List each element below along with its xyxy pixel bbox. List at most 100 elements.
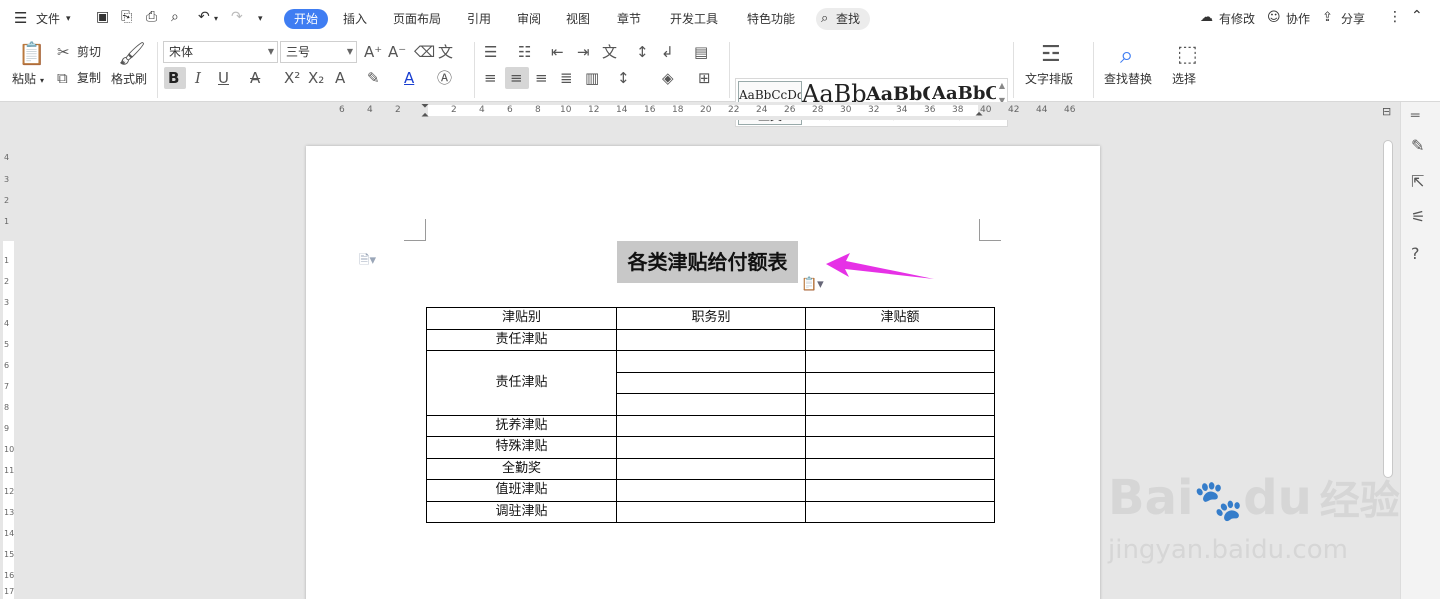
text-effect-icon[interactable]: A [335,69,345,87]
hamburger-icon[interactable]: ☰ [14,10,27,26]
numbered-list-icon[interactable]: ☷ [518,43,531,61]
strikethrough-icon[interactable]: A [250,69,260,87]
align-center-icon[interactable]: ≡ [510,69,523,87]
format-painter-icon[interactable]: 🖌 [118,42,146,68]
chinese-layout-icon[interactable]: 文 [602,43,617,61]
decrease-indent-icon[interactable]: ⇤ [551,43,564,61]
show-marks-icon[interactable]: ↲ [661,43,674,61]
table-cell[interactable] [616,393,806,416]
allowance-table[interactable]: 津贴别 职务别 津贴额 责任津贴 责任津贴 抚养津贴 特殊津贴 全勤奖 值班津贴… [426,307,995,523]
scrollbar-thumb[interactable] [1383,140,1393,478]
format-painter-button[interactable]: 格式刷 [111,72,147,86]
more-options-icon[interactable]: ⋮ [1388,9,1402,25]
tab-view[interactable]: 视图 [566,11,590,27]
table-cell[interactable] [616,371,806,394]
borders-icon[interactable]: ⊞ [698,69,711,87]
text-layout-button[interactable]: 文字排版 [1025,72,1073,86]
tab-insert[interactable]: 插入 [343,11,367,27]
horizontal-ruler[interactable]: 6 4 2 2 4 6 8 10 12 14 16 18 20 22 24 26… [0,102,1440,121]
edit-pen-icon[interactable]: ✎ [1411,136,1424,155]
table-cell[interactable] [805,479,995,502]
table-cell[interactable]: 全勤奖 [426,457,617,480]
save-icon[interactable]: ▣ [96,9,109,25]
align-right-icon[interactable]: ≡ [535,69,548,87]
collab-button[interactable]: 协作 [1286,11,1310,27]
find-replace-icon[interactable]: ⌕ [1120,41,1133,69]
chevron-down-icon[interactable]: ▾ [40,74,44,88]
table-header[interactable]: 津贴额 [805,307,995,330]
tab-review[interactable]: 审阅 [517,11,541,27]
increase-indent-icon[interactable]: ⇥ [577,43,590,61]
table-cell[interactable] [616,350,806,373]
table-header[interactable]: 津贴别 [426,307,617,330]
select-icon[interactable]: ⬚ [1177,42,1198,68]
print-preview-icon[interactable]: ⌕ [171,9,179,25]
tab-home[interactable]: 开始 [284,9,328,29]
table-cell[interactable] [805,350,995,373]
tab-developer[interactable]: 开发工具 [670,11,718,27]
table-cell[interactable] [616,457,806,480]
tab-page-layout[interactable]: 页面布局 [393,11,441,27]
shading-icon[interactable]: ◈ [662,69,674,87]
table-header[interactable]: 职务别 [616,307,806,330]
document-title[interactable]: 各类津贴给付额表 [617,241,798,283]
font-size-select[interactable]: 三号 ▼ [280,41,357,63]
right-indent-marker[interactable]: ⏶ [975,110,983,120]
table-cell[interactable] [805,414,995,437]
copy-icon[interactable]: ⧉ [57,69,68,87]
table-cell[interactable] [616,328,806,351]
increase-font-icon[interactable]: A⁺ [364,43,382,61]
find-replace-button[interactable]: 查找替换 [1104,72,1152,86]
table-cell[interactable] [805,436,995,459]
undo-icon[interactable]: ↶ [198,9,210,25]
decrease-font-icon[interactable]: A⁻ [388,43,406,61]
table-cell[interactable]: 调驻津贴 [426,500,617,523]
phonetic-guide-icon[interactable]: 文 [438,43,453,61]
distribute-icon[interactable]: ▥ [585,69,599,87]
bold-icon[interactable]: B [168,69,179,87]
user-icon[interactable]: ☺ [1267,10,1281,26]
paste-button[interactable]: 粘贴 [12,72,36,86]
help-icon[interactable]: ? [1411,244,1420,263]
vertical-ruler[interactable]: 4 3 2 1 1 2 3 4 5 6 7 8 9 10 11 12 13 14… [0,120,16,599]
left-indent-marker[interactable]: ⏶ [421,111,429,121]
paste-icon[interactable]: 📋 [18,42,45,68]
customize-toolbar-icon[interactable]: ▾ [258,11,263,27]
table-cell[interactable] [805,500,995,523]
export-pdf-icon[interactable]: ⎘ [121,9,132,25]
document-page[interactable]: 🗎▾ 各类津贴给付额表 📋▾ 津贴别 职务别 津贴额 责任津贴 责任津贴 抚养津… [306,146,1100,599]
text-layout-icon[interactable]: ☲ [1041,42,1061,68]
search-box[interactable]: ⌕ 查找 [816,8,870,30]
font-color-icon[interactable]: A [404,69,414,87]
cut-button[interactable]: 剪切 [77,45,101,59]
table-cell[interactable] [805,328,995,351]
table-cell[interactable]: 责任津贴 [426,350,617,416]
font-name-select[interactable]: 宋体 ▼ [163,41,278,63]
italic-icon[interactable]: I [195,69,201,87]
select-button[interactable]: 选择 [1172,72,1196,86]
table-cell[interactable]: 责任津贴 [426,328,617,351]
settings-sliders-icon[interactable]: ⚟ [1411,207,1425,226]
clear-format-icon[interactable]: ⌫ [414,43,435,61]
chevron-down-icon[interactable]: ▾ [66,11,71,27]
paragraph-layout-icon[interactable]: 🗎▾ [359,251,376,273]
subscript-icon[interactable]: X₂ [308,69,324,87]
collapse-ribbon-icon[interactable]: ⌃ [1411,8,1423,24]
char-border-icon[interactable]: Ⓐ [437,69,452,87]
file-menu[interactable]: 文件 [36,11,60,27]
pointer-icon[interactable]: ⇱ [1411,172,1424,191]
justify-icon[interactable]: ≣ [560,69,573,87]
highlight-icon[interactable]: ✎ [367,69,380,87]
share-button[interactable]: 分享 [1341,11,1365,27]
line-spacing-icon[interactable]: ↕ [617,69,630,87]
table-cell[interactable] [616,479,806,502]
table-cell[interactable]: 值班津贴 [426,479,617,502]
bullet-list-icon[interactable]: ☰ [484,43,497,61]
scissors-icon[interactable]: ✂ [57,43,70,61]
table-cell[interactable]: 抚养津贴 [426,414,617,437]
table-cell[interactable] [805,371,995,394]
align-left-icon[interactable]: ≡ [484,69,497,87]
collapse-sidebar-icon[interactable]: ═ [1411,108,1419,124]
tab-chapter[interactable]: 章节 [617,11,641,27]
share-icon[interactable]: ⇪ [1322,10,1333,26]
